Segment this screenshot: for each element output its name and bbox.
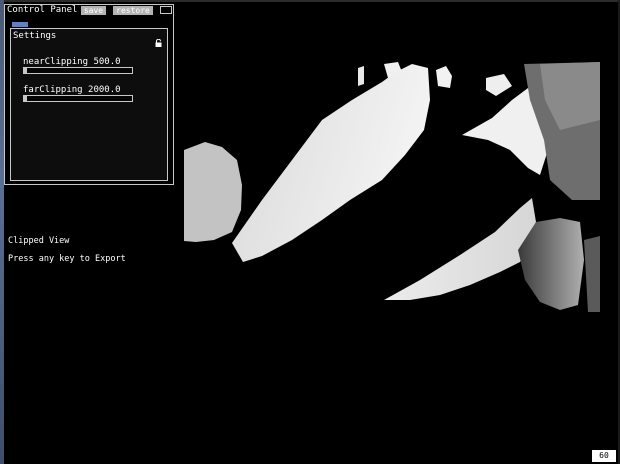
depth-top-fragment (486, 74, 512, 96)
lock-icon[interactable] (155, 39, 162, 47)
depth-blob-bottom (384, 198, 536, 300)
control-panel: Control Panel save restore Settings near… (4, 4, 174, 185)
save-button[interactable]: save (81, 6, 106, 15)
depth-top-fragment (358, 66, 364, 86)
view-status-text: Clipped View (8, 236, 70, 246)
near-clipping-fill (24, 68, 28, 73)
settings-group: Settings nearClipping 500.0 farClipping … (10, 28, 168, 181)
settings-group-label: Settings (13, 31, 57, 41)
restore-button[interactable]: restore (113, 6, 153, 15)
far-clipping-slider[interactable] (23, 95, 133, 102)
depth-top-fragment (436, 66, 452, 88)
near-clipping-slider[interactable] (23, 67, 133, 74)
depth-blob-diagonal (232, 64, 430, 262)
panel-tab[interactable] (12, 22, 28, 27)
depth-blob-left (184, 142, 242, 242)
export-hint-text: Press any key to Export (8, 254, 126, 264)
minimize-button[interactable] (160, 6, 172, 14)
far-clipping-fill (24, 96, 28, 101)
control-panel-titlebar[interactable]: Control Panel save restore (5, 5, 173, 17)
fps-counter: 60 (592, 450, 616, 462)
control-panel-title: Control Panel (7, 5, 78, 15)
depth-blob-bottom-edge (584, 236, 600, 312)
